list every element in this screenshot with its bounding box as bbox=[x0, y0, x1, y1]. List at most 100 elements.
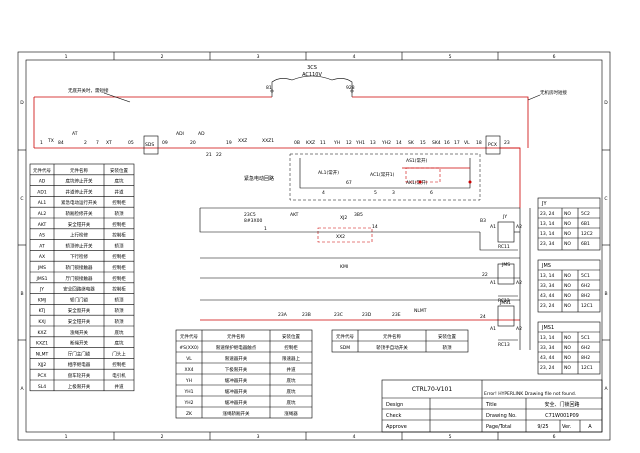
frame-right-letter: D bbox=[604, 100, 608, 106]
table-cell: 井道停止开关 bbox=[66, 188, 93, 195]
chain-label: 21 bbox=[206, 152, 212, 158]
chain-label: VL bbox=[464, 140, 470, 146]
frame-bottom-number: 4 bbox=[353, 434, 356, 440]
contact-cell: 13, 14 bbox=[540, 273, 554, 279]
chain-label: 11 bbox=[320, 140, 326, 146]
table-cell: 下极限开关 bbox=[225, 366, 248, 373]
table-cell: 控制柜 bbox=[112, 264, 126, 271]
node: 5 bbox=[374, 190, 377, 196]
table-cell: JMS bbox=[37, 265, 46, 271]
table-cell: SDM bbox=[340, 345, 350, 351]
row2-label: B3 bbox=[480, 218, 486, 224]
supply-voltage-label: AC110V bbox=[302, 72, 322, 78]
contact-cell: 12C1 bbox=[581, 365, 593, 371]
row2-label: 1 bbox=[264, 226, 267, 232]
contact-table-jms: JMS 13, 14 NO 5C1 33, 34 NO 6H2 43, 44 N… bbox=[537, 259, 601, 313]
table-cell: 下行检修 bbox=[70, 253, 88, 260]
table-cell: ZK bbox=[186, 411, 193, 417]
chain-label: 17 bbox=[454, 140, 460, 146]
table-cell: AL1 bbox=[38, 200, 47, 206]
component-table-left: 元件代号 元件名称 安装位置AD 底坑停止开关 底坑AD1 井道停止开关 井道AL1 紧急电动… bbox=[29, 163, 135, 392]
chain-label: 22 bbox=[216, 152, 222, 158]
table-cell: 限速器开关 bbox=[225, 355, 248, 362]
as1-label: AS1(常开) bbox=[406, 157, 428, 164]
table-cell: YH2 bbox=[184, 400, 194, 406]
row2-label: AKT bbox=[290, 212, 299, 218]
table-cell: 涨绳开关 bbox=[70, 329, 88, 336]
ac1-label: AC1(常开1) bbox=[370, 171, 395, 178]
contact-cell: 13, 14 bbox=[540, 221, 554, 227]
table-header-cell: 安装位置 bbox=[282, 333, 300, 340]
row2-label: XJ2 bbox=[340, 215, 347, 221]
table-cell: 厅门锁接触器 bbox=[66, 275, 93, 282]
frame-bottom-number: 6 bbox=[553, 434, 556, 440]
chain-label: XXZ1 bbox=[262, 138, 274, 144]
table-cell: 紧急电动运行开关 bbox=[61, 199, 97, 206]
component-table-right: 元件代号 元件名称 安装位置 SDM 轿顶手自动开关 轿顶 bbox=[331, 329, 469, 353]
table-cell: AS bbox=[39, 233, 45, 239]
row2-label: 23C5 bbox=[244, 212, 256, 218]
rc13-label: RC13 bbox=[498, 342, 510, 348]
table-cell: 限速保护继电器触点 bbox=[216, 344, 257, 351]
table-cell: 底坑 bbox=[115, 340, 124, 347]
table-cell: 井道 bbox=[115, 188, 124, 195]
table-header-cell: 元件名称 bbox=[227, 333, 245, 340]
frame-bottom-number: 3 bbox=[257, 434, 260, 440]
table-cell: 上极限开关 bbox=[68, 383, 91, 390]
chain-label: XT bbox=[106, 140, 112, 146]
table-cell: 底坑停止开关 bbox=[66, 178, 93, 185]
bottom-label: NLMT bbox=[414, 308, 427, 314]
contact-cell: 23, 24 bbox=[540, 365, 554, 371]
chain-label: 2 bbox=[84, 140, 87, 146]
table-cell: 安全钳开关 bbox=[68, 221, 91, 228]
contact-cell: 6H2 bbox=[581, 283, 590, 289]
contact-table-title: JMS bbox=[541, 263, 551, 269]
table-cell: JY bbox=[39, 287, 44, 293]
table-cell: 轿顶 bbox=[443, 344, 452, 351]
row3-node: 22 bbox=[482, 272, 488, 278]
drawing-label: Drawing No. bbox=[486, 413, 517, 419]
node: 4 bbox=[322, 190, 325, 196]
contact-cell: NO bbox=[564, 365, 571, 371]
kmj-label: KMI bbox=[340, 264, 348, 270]
table-cell: 控制柜 bbox=[112, 275, 126, 282]
chain-label: 7 bbox=[96, 140, 99, 146]
contact-cell: 5C1 bbox=[581, 335, 590, 341]
contact-cell: 12C1 bbox=[581, 303, 593, 309]
jms1-coil bbox=[497, 305, 515, 327]
node: 6 bbox=[430, 190, 433, 196]
table-cell: 轿顶手自动开关 bbox=[376, 344, 408, 351]
table-cell: 轿顶 bbox=[115, 296, 124, 303]
table-cell: YH bbox=[185, 378, 192, 384]
chain-label: 05 bbox=[128, 140, 134, 146]
table-cell: 底坑 bbox=[115, 178, 124, 185]
table-cell: SL4 bbox=[38, 384, 46, 390]
frame-bottom-number: 2 bbox=[161, 434, 164, 440]
chain-label: AD bbox=[198, 131, 205, 137]
table-cell: KMJ bbox=[38, 297, 46, 303]
row3-a2: A2 bbox=[516, 280, 522, 286]
frame-left-letter: A bbox=[20, 386, 24, 392]
frame-bottom-number: 5 bbox=[449, 434, 452, 440]
frame-top-number: 4 bbox=[353, 54, 356, 60]
chain-label: TX bbox=[47, 138, 54, 144]
frame-top-number: 3 bbox=[257, 54, 260, 60]
jy-coil bbox=[497, 221, 515, 243]
jms-circuit: KMI 22 A1 A2 JMS RC12 bbox=[200, 257, 522, 304]
chain-label: 19 bbox=[226, 140, 232, 146]
contact-cell: 8H2 bbox=[581, 355, 590, 361]
frame-right-letter: A bbox=[604, 386, 608, 392]
drawing-value: C71W001P09 bbox=[545, 413, 579, 419]
contact-cell: NO bbox=[564, 303, 571, 309]
table-cell: 轿顶 bbox=[115, 307, 124, 314]
contact-cell: 6H2 bbox=[581, 345, 590, 351]
contact-cell: 23, 34 bbox=[540, 241, 554, 247]
table-cell: 控制柜 bbox=[112, 232, 126, 239]
table-cell: 轿厢检修开关 bbox=[66, 210, 93, 217]
error-text: Error! HYPERLINK Drawing file not found. bbox=[484, 391, 576, 397]
chain-label: XXZ bbox=[238, 138, 247, 144]
table-cell: #S(XX0) bbox=[179, 345, 198, 351]
chain-label: SDS bbox=[145, 142, 154, 148]
row2-label: 3B5 bbox=[354, 212, 363, 218]
contact-cell: 33, 34 bbox=[540, 283, 554, 289]
